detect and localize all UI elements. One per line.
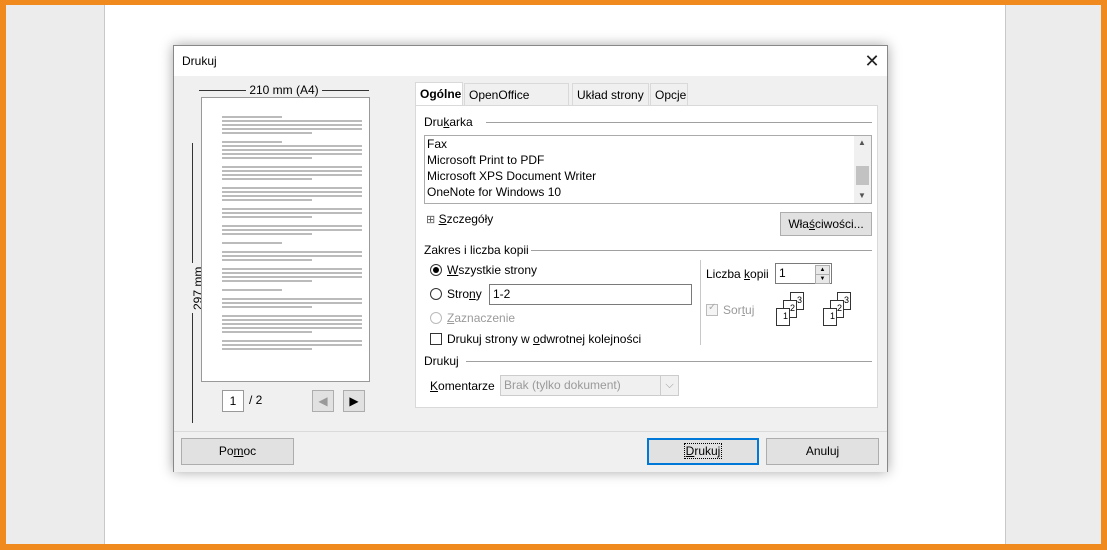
preview-text-line [222,331,312,333]
print-button[interactable]: Drukuj [647,438,759,465]
collate-label: Sortuj [723,303,755,317]
expand-icon: ⊞ [426,214,436,226]
printer-list[interactable]: Fax Microsoft Print to PDF Microsoft XPS… [424,135,872,204]
preview-text-line [222,145,362,147]
preview-text-line [222,191,362,193]
page-number-input[interactable]: 1 [222,390,244,412]
preview-text-line [222,302,362,304]
preview-text-line [222,225,362,227]
print-section-divider [466,361,872,362]
title-bar: Drukuj ✕ [174,46,887,76]
reverse-order-checkbox[interactable] [430,333,442,345]
printer-list-scrollbar[interactable]: ▲ ▼ [854,136,871,203]
preview-text-line [222,153,362,155]
all-pages-radio[interactable] [430,264,442,276]
prev-page-button[interactable]: ◀ [312,390,334,412]
preview-text-line [222,251,362,253]
preview-text-line [222,315,362,317]
preview-text-line [222,268,362,270]
print-section-label: Drukuj [424,354,459,368]
preview-text-line [222,187,362,189]
cancel-button[interactable]: Anuluj [766,438,879,465]
preview-text-line [222,124,362,126]
preview-text-line [222,132,312,134]
preview-text-line [222,306,312,308]
preview-text-line [222,280,312,282]
tab-options[interactable]: Opcje [650,83,688,105]
preview-text-line [222,298,362,300]
preview-text-line [222,259,312,261]
details-expander[interactable]: ⊞ Szczegóły [426,212,493,226]
preview-text-line [222,174,362,176]
preview-text-line [222,323,362,325]
tab-page-layout[interactable]: Układ strony [572,83,649,105]
pages-radio[interactable] [430,288,442,300]
properties-button[interactable]: Właściwości... [780,212,872,236]
preview-text-line [222,116,282,118]
preview-text-line [222,229,362,231]
preview-text-line [222,149,362,151]
all-pages-label: Wszystkie strony [447,263,538,277]
preview-text-line [222,195,362,197]
printer-item[interactable]: OneNote for Windows 10 [427,185,561,199]
range-column-divider [700,260,701,345]
comments-dropdown[interactable]: Brak (tylko dokument) ⌵ [500,375,679,396]
printer-section-divider [486,122,872,123]
range-section-divider [531,250,872,251]
preview-text-line [222,348,312,350]
preview-text-line [222,170,362,172]
preview-text-line [222,120,362,122]
preview-text-line [222,157,312,159]
printer-item[interactable]: Microsoft Print to PDF [427,153,544,167]
tab-general[interactable]: Ogólne [415,82,463,106]
spin-down-icon[interactable]: ▼ [815,274,830,284]
preview-text-line [222,255,362,257]
page-total-label: / 2 [249,393,263,407]
preview-text-line [222,327,362,329]
tab-openoffice-writer[interactable]: OpenOffice Writer [464,83,569,124]
preview-width-label: 210 mm (A4) [199,83,369,97]
next-page-button[interactable]: ▶ [343,390,365,412]
collate-checkbox[interactable]: ✓ [706,302,718,316]
chevron-down-icon: ⌵ [660,376,678,395]
preview-text-line [222,128,362,130]
pages-label: Strony [447,287,482,301]
preview-text-line [222,319,362,321]
close-icon[interactable]: ✕ [857,46,887,76]
general-panel: Drukarka Fax Microsoft Print to PDF Micr… [415,105,878,408]
preview-text-line [222,289,282,291]
printer-item[interactable]: Microsoft XPS Document Writer [427,169,596,183]
preview-text-line [222,242,282,244]
page-preview [201,97,370,382]
preview-text-line [222,276,362,278]
scrollbar-thumb[interactable] [856,166,869,185]
range-section-label: Zakres i liczba kopii [424,243,529,257]
preview-text-line [222,233,312,235]
preview-text-line [222,208,362,210]
copies-input[interactable]: 1 ▲ ▼ [775,263,832,284]
comments-label: Komentarze [430,379,495,393]
print-dialog: Drukuj ✕ 210 mm (A4) 297 mm 1 / 2 ◀ ▶ Og… [173,45,888,472]
copies-label: Liczba kopii [706,267,769,281]
help-button[interactable]: Pomoc [181,438,294,465]
selection-radio[interactable] [430,312,442,324]
collate-pages-icon: 3 2 1 [819,292,859,332]
dialog-title: Drukuj [182,54,217,68]
pages-range-input[interactable]: 1-2 [489,284,692,305]
preview-text-line [222,272,362,274]
reverse-order-label: Drukuj strony w odwrotnej kolejności [447,332,642,346]
preview-text-line [222,344,362,346]
selection-label: Zaznaczenie [447,311,516,325]
printer-item[interactable]: Fax [427,137,447,151]
preview-text-line [222,166,362,168]
printer-section-label: Drukarka [424,115,473,129]
preview-text-line [222,212,362,214]
preview-text-line [222,141,282,143]
collate-pages-icon: 3 2 1 [772,292,812,332]
preview-text-line [222,340,362,342]
preview-text-line [222,199,312,201]
preview-text-line [222,178,312,180]
preview-text-line [222,216,312,218]
